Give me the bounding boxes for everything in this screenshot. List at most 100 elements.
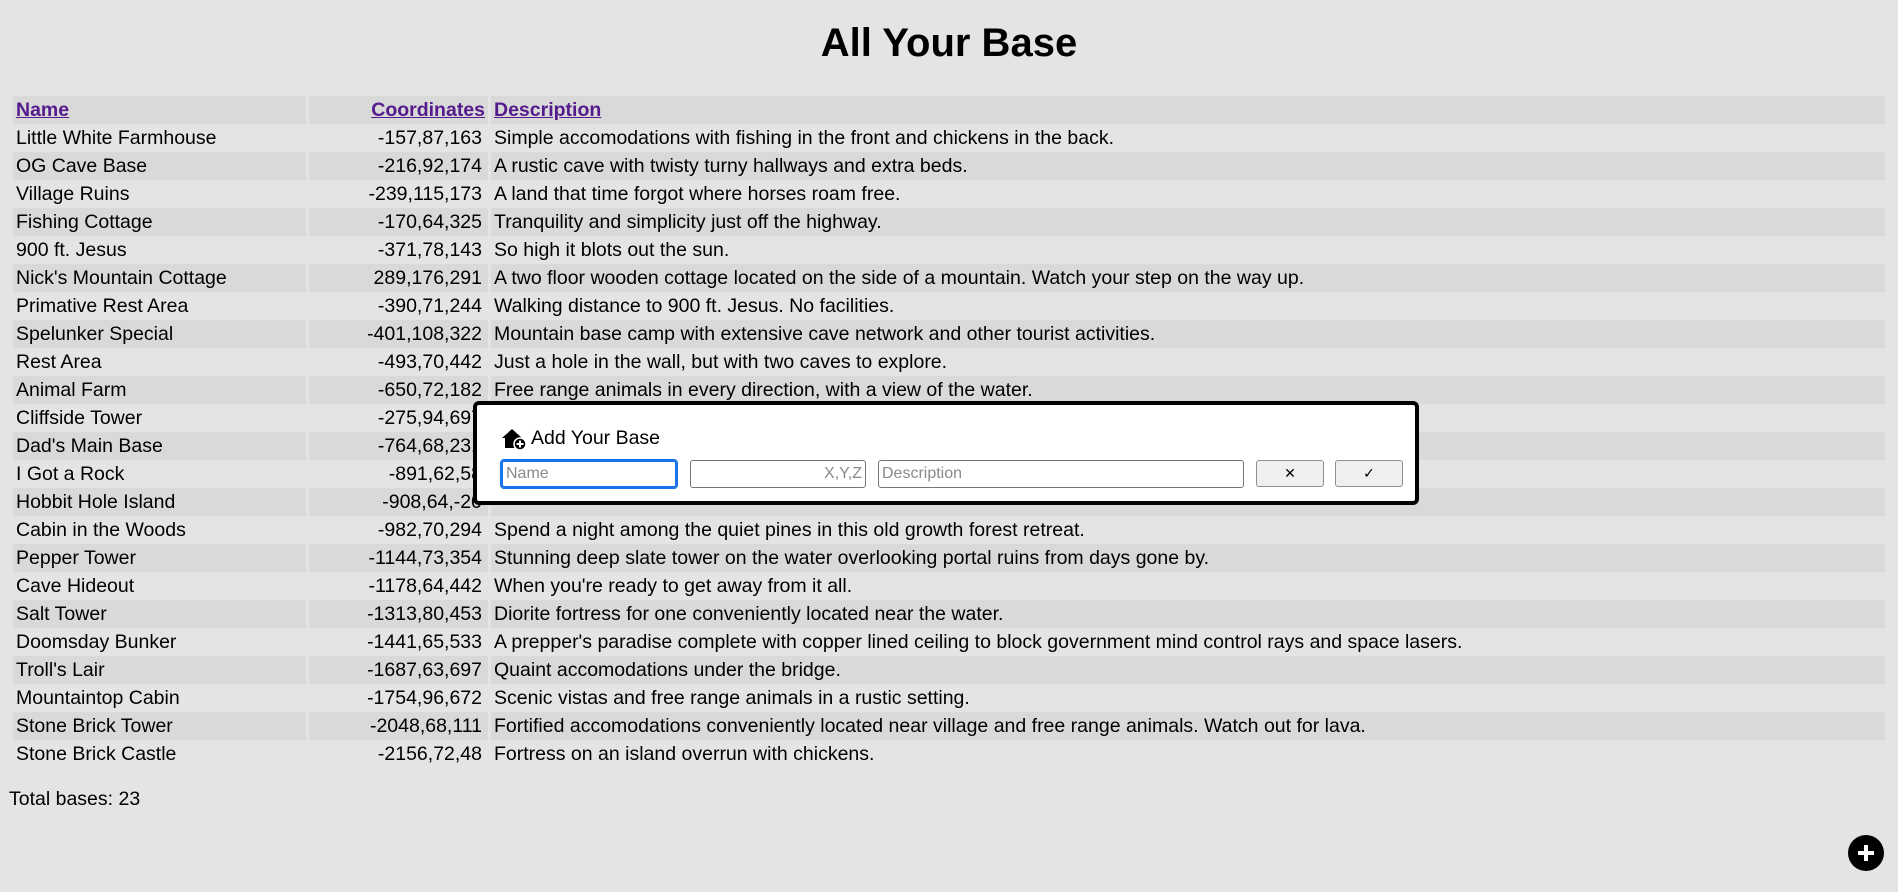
table-row: Primative Rest Area -390,71,244 Walking di… bbox=[13, 292, 1885, 320]
base-coordinates-cell: -1754,96,672 bbox=[367, 687, 482, 709]
dialog-title: Add Your Base bbox=[501, 427, 660, 450]
table-row: Pepper Tower -1144,73,354 Stunning deep sl… bbox=[13, 544, 1885, 572]
table-row: Spelunker Special -401,108,322 Mountain ba… bbox=[13, 320, 1885, 348]
base-description-cell: So high it blots out the sun. bbox=[494, 239, 730, 261]
column-header-name[interactable]: Name bbox=[13, 96, 306, 124]
base-name-cell: Spelunker Special bbox=[13, 320, 306, 348]
column-header-description[interactable]: Description bbox=[491, 96, 1885, 124]
base-description-cell: A two floor wooden cottage located on th… bbox=[491, 264, 1885, 292]
base-coordinates-cell: -764,68,231 bbox=[309, 432, 488, 460]
confirm-button[interactable]: ✓ bbox=[1335, 460, 1403, 487]
base-description-cell: When you're ready to get away from it al… bbox=[494, 575, 853, 597]
base-name-cell: Cave Hideout bbox=[16, 575, 135, 597]
base-coordinates-cell: -170,64,325 bbox=[309, 208, 488, 236]
base-name-cell: Nick's Mountain Cottage bbox=[13, 264, 306, 292]
base-name-cell: Doomsday Bunker bbox=[16, 631, 177, 653]
table-header-row: Name Coordinates Description bbox=[13, 96, 1885, 124]
base-name-cell: Stone Brick Tower bbox=[13, 712, 306, 740]
base-description-cell: Fortress on an island overrun with chick… bbox=[494, 743, 875, 765]
base-coordinates-cell: -2156,72,48 bbox=[377, 743, 482, 765]
base-name-cell: I Got a Rock bbox=[16, 463, 125, 485]
table-row: Cabin in the Woods -982,70,294 Spend a nig… bbox=[13, 516, 1885, 544]
dialog-title-text: Add Your Base bbox=[531, 427, 661, 449]
base-coordinates-cell: -908,64,-20 bbox=[309, 488, 488, 516]
base-coordinates-cell: 289,176,291 bbox=[309, 264, 488, 292]
base-coordinates-cell: -371,78,143 bbox=[377, 239, 482, 261]
close-icon: ✕ bbox=[1284, 465, 1296, 482]
base-description-cell: Walking distance to 900 ft. Jesus. No fa… bbox=[494, 295, 895, 317]
base-description-cell: A prepper's paradise complete with coppe… bbox=[494, 631, 1463, 653]
sort-by-description-link[interactable]: Description bbox=[494, 99, 601, 121]
base-description-cell: Quaint accomodations under the bridge. bbox=[491, 656, 1885, 684]
base-name-cell: Salt Tower bbox=[13, 600, 306, 628]
base-coordinates-cell: -157,87,163 bbox=[377, 127, 482, 149]
table-row: Animal Farm -650,72,182 Free range animals… bbox=[13, 376, 1885, 404]
base-name-cell: Pepper Tower bbox=[13, 544, 306, 572]
base-description-cell: Stunning deep slate tower on the water o… bbox=[491, 544, 1885, 572]
base-name-cell: Troll's Lair bbox=[13, 656, 306, 684]
base-name-cell: OG Cave Base bbox=[13, 152, 306, 180]
base-description-cell: Diorite fortress for one conveniently lo… bbox=[491, 600, 1885, 628]
table-row: Rest Area -493,70,442 Just a hole in the w… bbox=[13, 348, 1885, 376]
base-description-cell: A land that time forgot where horses roa… bbox=[494, 183, 901, 205]
base-coordinates-cell: -239,115,173 bbox=[368, 183, 483, 205]
coordinates-input[interactable] bbox=[690, 460, 866, 488]
add-base-dialog: Add Your Base ✕ ✓ bbox=[473, 401, 1419, 505]
plus-icon bbox=[1858, 845, 1874, 861]
base-name-cell: Dad's Main Base bbox=[13, 432, 306, 460]
table-row: Troll's Lair -1687,63,697 Quaint accomodat… bbox=[13, 656, 1885, 684]
base-coordinates-cell: -401,108,322 bbox=[309, 320, 488, 348]
base-coordinates-cell: -275,94,697 bbox=[377, 407, 482, 429]
table-row: Village Ruins -239,115,173 A land that tim… bbox=[13, 180, 1885, 208]
base-name-cell: Stone Brick Castle bbox=[16, 743, 177, 765]
base-coordinates-cell: -982,70,294 bbox=[377, 519, 482, 541]
table-row: Little White Farmhouse -157,87,163 Simple … bbox=[13, 124, 1885, 152]
base-description-cell: Spend a night among the quiet pines in t… bbox=[494, 519, 1085, 541]
base-name-cell: Cabin in the Woods bbox=[16, 519, 186, 541]
base-description-cell: Scenic vistas and free range animals in … bbox=[494, 687, 970, 709]
base-name-cell: Cliffside Tower bbox=[16, 407, 143, 429]
base-coordinates-cell: -390,71,244 bbox=[377, 295, 482, 317]
add-base-button[interactable] bbox=[1848, 835, 1884, 871]
base-coordinates-cell: -891,62,58 bbox=[388, 463, 482, 485]
house-plus-icon bbox=[502, 429, 527, 450]
base-coordinates-cell: -493,70,442 bbox=[377, 351, 482, 373]
base-name-cell: Mountaintop Cabin bbox=[16, 687, 180, 709]
name-input[interactable] bbox=[500, 459, 678, 489]
check-icon: ✓ bbox=[1363, 465, 1375, 482]
description-input[interactable] bbox=[878, 460, 1244, 488]
table-row: Mountaintop Cabin -1754,96,672 Scenic vist… bbox=[13, 684, 1885, 712]
base-description-cell: Mountain base camp with extensive cave n… bbox=[491, 320, 1885, 348]
base-name-cell: Rest Area bbox=[16, 351, 102, 373]
sort-by-name-link[interactable]: Name bbox=[16, 99, 69, 121]
base-description-cell: A rustic cave with twisty turny hallways… bbox=[491, 152, 1885, 180]
base-coordinates-cell: -1144,73,354 bbox=[309, 544, 488, 572]
sort-by-coordinates-link[interactable]: Coordinates bbox=[371, 99, 485, 121]
base-name-cell: Animal Farm bbox=[13, 376, 306, 404]
base-coordinates-cell: -2048,68,111 bbox=[309, 712, 488, 740]
base-coordinates-cell: -650,72,182 bbox=[309, 376, 488, 404]
base-name-cell: Little White Farmhouse bbox=[16, 127, 217, 149]
base-description-cell: Fortified accomodations conveniently loc… bbox=[491, 712, 1885, 740]
base-name-cell: Primative Rest Area bbox=[16, 295, 189, 317]
page-title: All Your Base bbox=[820, 21, 1078, 65]
table-row: Fishing Cottage -170,64,325 Tranquility an… bbox=[13, 208, 1885, 236]
table-row: Stone Brick Tower -2048,68,111 Fortified a… bbox=[13, 712, 1885, 740]
column-header-coordinates[interactable]: Coordinates bbox=[309, 96, 488, 124]
base-coordinates-cell: -1178,64,442 bbox=[368, 575, 483, 597]
table-row: Salt Tower -1313,80,453 Diorite fortress f… bbox=[13, 600, 1885, 628]
table-row: Doomsday Bunker -1441,65,533 A prepper's p… bbox=[13, 628, 1885, 656]
base-name-cell: Village Ruins bbox=[16, 183, 130, 205]
cancel-button[interactable]: ✕ bbox=[1256, 460, 1324, 487]
table-row: Nick's Mountain Cottage 289,176,291 A two … bbox=[13, 264, 1885, 292]
table-row: Cave Hideout -1178,64,442 When you're read… bbox=[13, 572, 1885, 600]
base-coordinates-cell: -1441,65,533 bbox=[367, 631, 482, 653]
table-row: Stone Brick Castle -2156,72,48 Fortress on… bbox=[13, 740, 1885, 768]
base-description-cell: Simple accomodations with fishing in the… bbox=[494, 127, 1115, 149]
base-name-cell: 900 ft. Jesus bbox=[16, 239, 127, 261]
base-coordinates-cell: -1687,63,697 bbox=[309, 656, 488, 684]
table-row: 900 ft. Jesus -371,78,143 So high it blots… bbox=[13, 236, 1885, 264]
base-coordinates-cell: -216,92,174 bbox=[309, 152, 488, 180]
base-description-cell: Just a hole in the wall, but with two ca… bbox=[494, 351, 948, 373]
base-name-cell: Fishing Cottage bbox=[13, 208, 306, 236]
